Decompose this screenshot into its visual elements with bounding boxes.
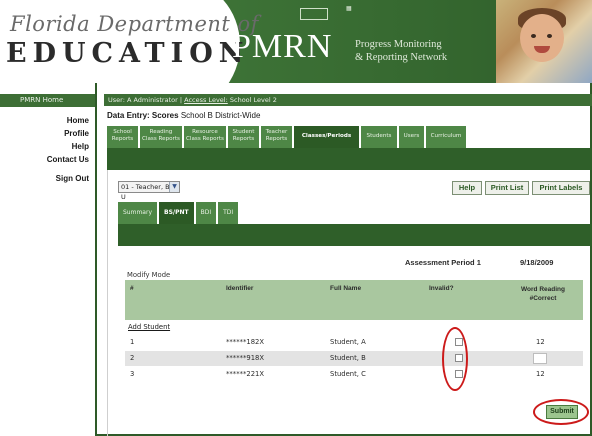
sidebar-item-contact-us[interactable]: Contact Us [47, 155, 89, 164]
sidebar-item-help[interactable]: Help [72, 142, 89, 151]
user-label: User: A Administrator | [108, 96, 183, 104]
app-name: PMRN [232, 28, 333, 65]
student-photo [496, 0, 592, 83]
invalid-highlight-oval [442, 327, 468, 391]
table-row: 3 ******221X Student, C 12 [125, 367, 583, 382]
header-num: # [130, 285, 134, 292]
row-full-name: Student, B [330, 354, 366, 362]
tab-content-bar [107, 148, 592, 170]
access-level-link[interactable]: Access Level: [184, 96, 228, 104]
row-word-reading[interactable]: 12 [536, 335, 545, 350]
tab-school-reports[interactable]: School Reports [107, 126, 138, 148]
subtab-content-bar [118, 224, 592, 246]
partner-logos: ▦ [300, 6, 440, 24]
row-full-name: Student, A [330, 338, 366, 346]
user-bar: User: A Administrator | Access Level: Sc… [104, 94, 592, 106]
access-level-value: School Level 2 [229, 96, 277, 104]
header-invalid: Invalid? [429, 285, 454, 292]
tab-classes-periods[interactable]: Classes/Periods [294, 126, 359, 148]
row-num: 3 [130, 370, 135, 378]
subtab-bs-pnt[interactable]: BS/PNT [159, 202, 194, 224]
word-reading-input[interactable] [533, 353, 547, 364]
class-select[interactable]: 01 - Teacher, B - U ▼ [118, 181, 180, 201]
help-button[interactable]: Help [452, 181, 482, 195]
partner-logo-icon [300, 8, 328, 20]
fldoe-logo-top: Florida Department of [10, 12, 259, 36]
tab-teacher-reports[interactable]: Teacher Reports [261, 126, 292, 148]
submit-highlight-oval [533, 399, 589, 425]
header-full-name: Full Name [330, 285, 362, 292]
page-title: Data Entry: Scores School B District-Wid… [107, 111, 260, 120]
sidebar-home-tab[interactable]: PMRN Home [0, 94, 95, 107]
fcrr-logo-icon: ▦ [346, 6, 352, 12]
sidebar: PMRN Home Home Profile Help Contact Us S… [0, 83, 97, 436]
modify-mode-label: Modify Mode [127, 271, 171, 279]
table-row: 1 ******182X Student, A 12 [125, 335, 583, 350]
row-identifier: ******918X [226, 354, 265, 362]
assessment-date: 9/18/2009 [520, 258, 554, 267]
add-student-link[interactable]: Add Student [128, 323, 170, 331]
row-word-reading[interactable]: 12 [536, 367, 545, 382]
tab-reading-class-reports[interactable]: Reading Class Reports [140, 126, 182, 148]
tagline-line-2: & Reporting Network [355, 52, 448, 63]
tab-users[interactable]: Users [399, 126, 424, 148]
assessment-subtabs: Summary BS/PNT BDI TDI [118, 202, 239, 224]
tab-students[interactable]: Students [361, 126, 397, 148]
tab-resource-class-reports[interactable]: Resource Class Reports [184, 126, 226, 148]
subtab-summary[interactable]: Summary [118, 202, 157, 224]
photo-eye-left [531, 34, 536, 38]
app-tagline: Progress Monitoring & Reporting Network [355, 38, 447, 64]
sidebar-item-home[interactable]: Home [67, 116, 89, 125]
tagline-line-1: Progress Monitoring [355, 39, 442, 50]
page-title-rest: School B District-Wide [180, 111, 261, 120]
chevron-down-icon[interactable]: ▼ [169, 182, 179, 192]
page-title-bold: Data Entry: Scores [107, 111, 179, 120]
sidebar-item-profile[interactable]: Profile [64, 129, 89, 138]
main-tabs: School Reports Reading Class Reports Res… [107, 126, 466, 148]
subtab-bdi[interactable]: BDI [195, 202, 217, 224]
table-row: 2 ******918X Student, B [125, 351, 583, 366]
print-labels-button[interactable]: Print Labels [532, 181, 590, 195]
tab-curriculum[interactable]: Curriculum [426, 126, 466, 148]
row-num: 2 [130, 354, 135, 362]
row-full-name: Student, C [330, 370, 366, 378]
header-word-reading: Word Reading #Correct [521, 286, 565, 302]
scores-table-header: # Identifier Full Name Invalid? [125, 280, 583, 320]
row-identifier: ******221X [226, 370, 265, 378]
photo-eye-right [547, 34, 552, 38]
photo-face [520, 14, 564, 62]
tab-student-reports[interactable]: Student Reports [228, 126, 259, 148]
assessment-period-label: Assessment Period 1 [405, 258, 481, 267]
row-num: 1 [130, 338, 135, 346]
row-identifier: ******182X [226, 338, 265, 346]
subtab-tdi[interactable]: TDI [218, 202, 239, 224]
site-header: Florida Department of EDUCATION ▦ PMRN P… [0, 0, 592, 83]
print-list-button[interactable]: Print List [485, 181, 529, 195]
fldoe-logo-bottom: EDUCATION [6, 38, 250, 69]
header-identifier: Identifier [226, 285, 254, 292]
sidebar-item-sign-out[interactable]: Sign Out [56, 174, 89, 183]
